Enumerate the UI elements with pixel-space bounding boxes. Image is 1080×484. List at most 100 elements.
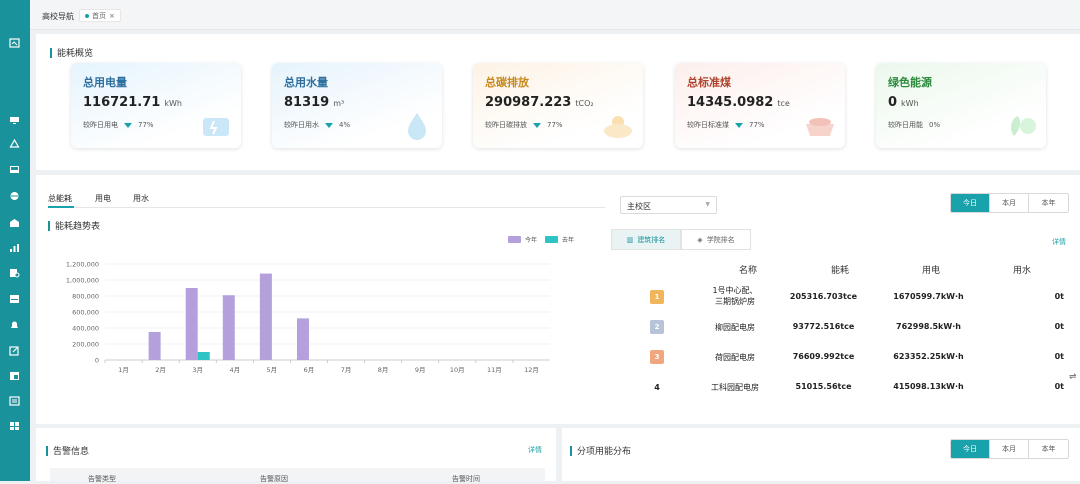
campus-select-value: 主校区 (627, 202, 651, 211)
overview-card[interactable]: 总标准煤 14345.0982 tce 较昨日标准煤 77% (675, 63, 845, 148)
trend-title-text: 能耗趋势表 (55, 222, 101, 232)
overview-card[interactable]: 总用水量 81319 m³ 较昨日用水 4% (272, 63, 442, 148)
graduation-cap-icon: ◈ (697, 235, 703, 244)
period-month[interactable]: 本月 (990, 440, 1029, 458)
period-month[interactable]: 本月 (990, 194, 1029, 212)
card-compare: 较昨日用能 0% (888, 120, 940, 130)
tab-water[interactable]: 用水 (133, 193, 149, 204)
rank-water: 0t (1054, 322, 1064, 331)
legend-this-year: 今年 (508, 235, 537, 244)
period-year[interactable]: 本年 (1029, 440, 1068, 458)
bar-chart-icon[interactable] (8, 243, 21, 253)
top-tab-bar: 高校导航 首页 × (30, 0, 1080, 30)
leaf-icon (1011, 116, 1036, 136)
bar-last-year[interactable] (197, 352, 210, 360)
bar-this-year[interactable] (296, 318, 309, 360)
y-tick-label: 200,000 (72, 341, 99, 349)
settings-grid-icon[interactable] (8, 421, 21, 431)
card-percent: 77% (749, 121, 765, 129)
rank-power: 623352.25kW·h (893, 352, 964, 361)
alarm-bell-icon[interactable] (8, 320, 21, 330)
rank-power: 415098.13kW·h (893, 382, 964, 391)
rank-power: 762998.5kW·h (896, 322, 961, 331)
active-dot-icon (85, 13, 89, 18)
home-icon[interactable] (8, 38, 21, 48)
y-tick-label: 600,000 (72, 309, 99, 317)
col-alarm-time: 告警时间 (452, 475, 480, 483)
recycle-icon[interactable] (8, 139, 21, 149)
col-header-power: 用电 (922, 266, 941, 276)
monitor-icon[interactable] (8, 115, 21, 125)
tab-building-ranking[interactable]: ▥ 建筑排名 (611, 229, 681, 250)
tab-total-energy[interactable]: 总能耗 (48, 193, 72, 204)
x-tick-label: 1月 (118, 366, 129, 374)
ranking-detail-link[interactable]: 详情 (1052, 237, 1066, 247)
rank-medal-icon: 1 (650, 290, 664, 304)
globe-icon[interactable] (8, 191, 21, 201)
distribution-title: 分项用能分布 (570, 444, 631, 457)
rank-name-line2: 三期锅炉房 (715, 297, 755, 306)
overview-card[interactable]: 总用电量 116721.71 kWh 较昨日用电 77% (71, 63, 241, 148)
x-tick-label: 3月 (192, 366, 203, 374)
trend-title: 能耗趋势表 (48, 219, 100, 232)
collapse-toggle-icon[interactable]: ⇌ (1069, 372, 1077, 382)
active-tab-underline (48, 206, 74, 208)
distribution-title-text: 分项用能分布 (577, 447, 632, 457)
tab-college-ranking[interactable]: ◈ 学院排名 (681, 229, 751, 250)
rank-name-line1: 1号中心配、 (712, 286, 758, 295)
card-compare-label: 较昨日用水 (284, 121, 319, 129)
alarm-detail-link[interactable]: 详情 (528, 445, 542, 455)
bar-this-year[interactable] (259, 273, 272, 360)
overview-card[interactable]: 绿色能源 0 kWh 较昨日用能 0% (876, 63, 1046, 148)
period-today[interactable]: 今日 (951, 440, 990, 458)
card-compare: 较昨日用电 77% (83, 120, 154, 130)
col-alarm-type: 告警类型 (88, 475, 116, 483)
bar-this-year[interactable] (148, 332, 161, 360)
card-unit: tCO₂ (575, 99, 594, 108)
rank-name: 荷园配电房 (700, 352, 770, 363)
coal-cart-icon (806, 118, 834, 136)
building-icon[interactable] (8, 218, 21, 228)
y-tick-label: 1,000,000 (66, 277, 99, 285)
title-bar-accent (46, 445, 48, 456)
overview-card[interactable]: 总碳排放 290987.223 tCO₂ 较昨日碳排放 77% (473, 63, 643, 148)
card-value: 0 kWh (888, 95, 919, 110)
col-alarm-reason: 告警原因 (260, 475, 288, 483)
card-compare-label: 较昨日标准煤 (687, 121, 729, 129)
co2-cloud-icon (604, 116, 632, 138)
tab-electricity[interactable]: 用电 (95, 193, 111, 204)
y-tick-label: 400,000 (72, 325, 99, 333)
list-icon[interactable] (8, 396, 21, 406)
card-title: 总标准煤 (687, 76, 731, 89)
dashboard-icon[interactable] (8, 294, 21, 304)
x-tick-label: 9月 (415, 366, 426, 374)
card-value: 81319 m³ (284, 95, 344, 110)
col-header-energy: 能耗 (831, 266, 850, 276)
card-percent: 0% (929, 121, 941, 129)
title-bar-accent (50, 47, 52, 58)
x-tick-label: 5月 (267, 366, 278, 374)
rank-name-line1: 荷园配电房 (715, 353, 755, 362)
screen-icon[interactable] (8, 165, 21, 175)
x-tick-label: 10月 (450, 366, 465, 374)
campus-select[interactable]: 主校区 ▼ (620, 196, 717, 214)
tab-home[interactable]: 首页 × (79, 9, 121, 22)
close-icon[interactable]: × (109, 12, 115, 20)
period-switch-bottom: 今日 本月 本年 (950, 439, 1069, 459)
search-doc-icon[interactable] (8, 268, 21, 278)
card-compare: 较昨日用水 4% (284, 120, 350, 130)
bar-this-year[interactable] (185, 288, 198, 360)
period-today[interactable]: 今日 (951, 194, 990, 212)
bar-this-year[interactable] (222, 295, 235, 360)
trend-chart: 0 200,000 400,000 600,000 800,000 1,000,000 1,… (66, 261, 550, 374)
period-year[interactable]: 本年 (1029, 194, 1068, 212)
x-tick-label: 4月 (229, 366, 240, 374)
edit-icon[interactable] (8, 346, 21, 356)
card-percent: 77% (138, 121, 154, 129)
chevron-down-icon: ▼ (705, 201, 710, 208)
legend-label: 今年 (525, 237, 538, 244)
card-value: 116721.71 kWh (83, 95, 182, 110)
x-tick-label: 11月 (487, 366, 502, 374)
report-icon[interactable] (8, 371, 21, 381)
x-tick-label: 8月 (378, 366, 389, 374)
